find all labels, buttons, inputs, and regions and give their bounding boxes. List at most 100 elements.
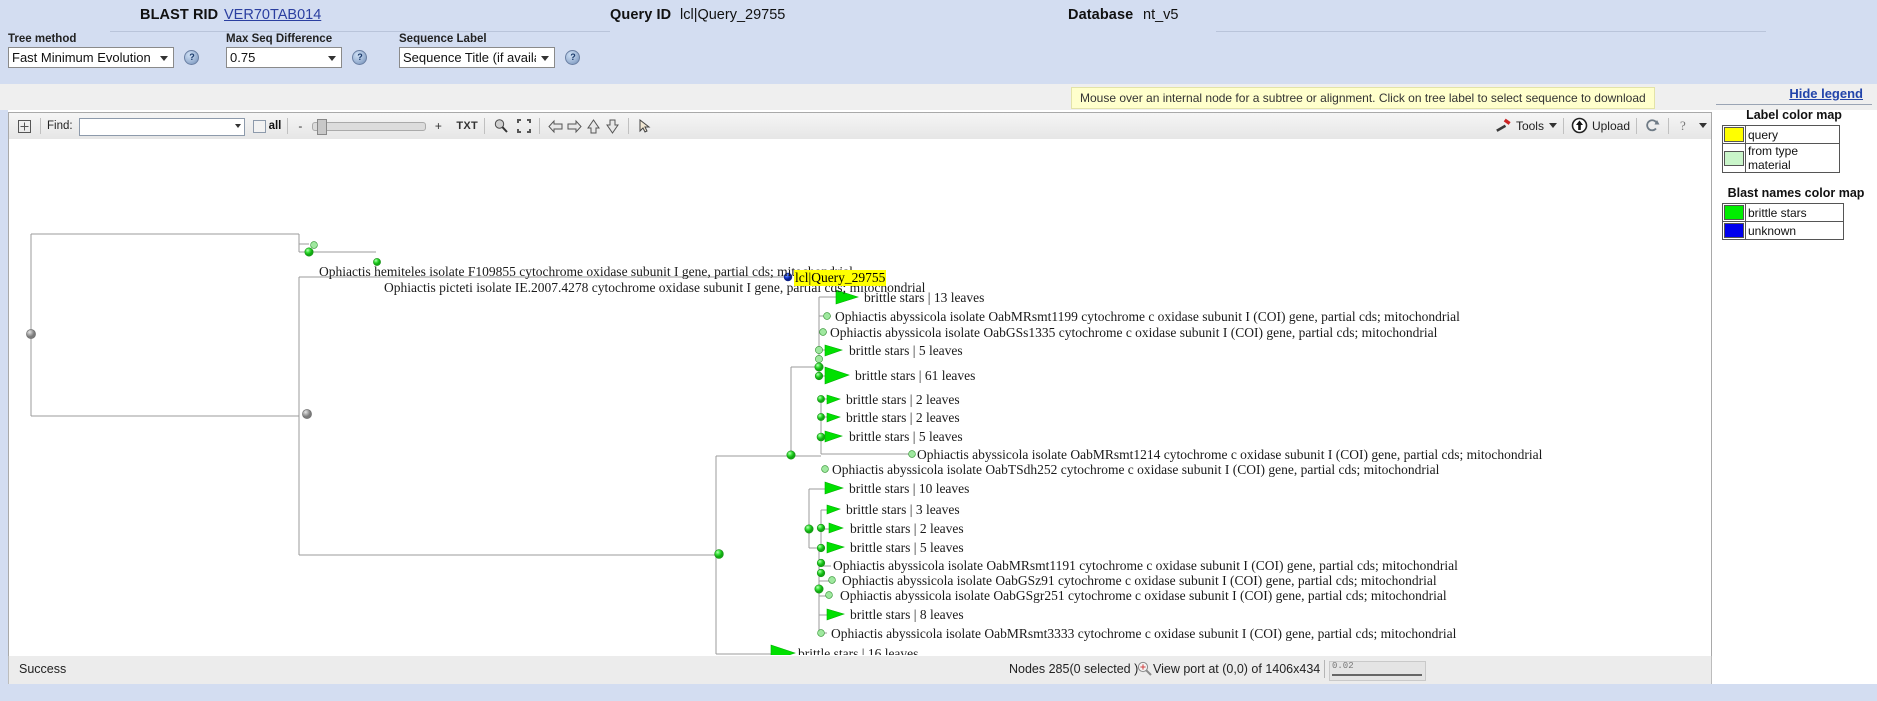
max-seq-difference-help-icon[interactable]: ? xyxy=(352,50,368,65)
sequence-label-select[interactable]: Sequence Title (if availa xyxy=(399,47,555,68)
tree-label-collapsed[interactable]: brittle stars | 2 leaves xyxy=(850,521,964,537)
tree-label-collapsed[interactable]: brittle stars | 2 leaves xyxy=(846,410,960,426)
tree-method-help-icon[interactable]: ? xyxy=(184,50,200,65)
fullscreen-icon[interactable] xyxy=(514,117,533,136)
bottom-gutter xyxy=(0,684,1877,701)
tree-scale-bar: 0.02 xyxy=(1329,661,1426,681)
status-viewport: View port at (0,0) of 1406x434 xyxy=(1153,662,1321,676)
tree-label-leaf[interactable]: Ophiactis abyssicola isolate OabGSs1335 … xyxy=(830,325,1437,341)
tree-label-leaf[interactable]: Ophiactis abyssicola isolate OabMRsmt119… xyxy=(835,309,1460,325)
status-bar: Success Nodes 285(0 selected ) View port… xyxy=(8,656,1712,685)
tree-method-select-wrap[interactable]: Fast Minimum Evolution xyxy=(8,47,174,68)
arrow-right-icon[interactable] xyxy=(565,117,584,136)
tree-label-collapsed[interactable]: brittle stars | 5 leaves xyxy=(850,540,964,556)
sequence-label-help-icon[interactable]: ? xyxy=(565,50,581,65)
toolbar-separator-2 xyxy=(287,118,289,134)
max-seq-difference-select-wrap[interactable]: 0.75 xyxy=(226,47,342,68)
legend-divider xyxy=(1716,104,1872,105)
find-all-checkbox[interactable] xyxy=(252,119,266,133)
database-label: Database xyxy=(1068,7,1134,23)
zoom-slider-handle[interactable] xyxy=(317,118,328,135)
tree-label-collapsed[interactable]: brittle stars | 13 leaves xyxy=(864,290,984,306)
tree-label-leaf[interactable]: Ophiactis abyssicola isolate OabTSdh252 … xyxy=(832,462,1439,478)
legend-swatch-cell xyxy=(1722,125,1746,144)
tree-label-collapsed[interactable]: brittle stars | 5 leaves xyxy=(849,429,963,445)
header-info-row: BLAST RID VER70TAB014 Query ID lcl|Query… xyxy=(0,0,1877,32)
label-color-map-table: query from type material xyxy=(1722,125,1840,173)
tree-label-collapsed[interactable]: brittle stars | 5 leaves xyxy=(849,343,963,359)
max-seq-difference-select[interactable]: 0.75 xyxy=(226,47,342,68)
status-separator xyxy=(1324,660,1325,678)
toolbar-separator-6 xyxy=(1562,117,1564,134)
tools-chevron-down-icon[interactable] xyxy=(1548,123,1557,128)
tree-label-leaf[interactable]: Ophiactis abyssicola isolate OabMRsmt119… xyxy=(833,558,1458,574)
header-divider-left xyxy=(110,31,610,32)
hint-message: Mouse over an internal node for a subtre… xyxy=(1071,87,1655,109)
find-input[interactable] xyxy=(78,117,245,136)
tree-label-leaf[interactable]: Ophiactis abyssicola isolate OabGSgr251 … xyxy=(840,588,1447,604)
max-seq-difference-label: Max Seq Difference xyxy=(226,33,333,45)
help-chevron-down-icon[interactable] xyxy=(1699,123,1707,128)
unknown-color-swatch xyxy=(1724,223,1744,238)
tree-canvas[interactable]: Ophiactis hemiteles isolate F109855 cyto… xyxy=(9,139,1711,655)
tree-label-collapsed[interactable]: brittle stars | 3 leaves xyxy=(846,502,960,518)
zoom-out-button[interactable]: - xyxy=(294,119,306,133)
arrow-down-icon[interactable] xyxy=(603,117,622,136)
blast-names-color-map-title: Blast names color map xyxy=(1727,186,1865,200)
svg-text:?: ? xyxy=(1680,118,1686,133)
help-icon[interactable]: ? xyxy=(1675,116,1694,135)
find-input-wrap[interactable] xyxy=(78,117,245,136)
tools-icon[interactable] xyxy=(1494,116,1513,135)
query-id-value: lcl|Query_29755 xyxy=(680,7,786,23)
tree-method-select[interactable]: Fast Minimum Evolution xyxy=(8,47,174,68)
status-node-count: Nodes 285(0 selected ) xyxy=(1009,662,1139,676)
label-color-map-title: Label color map xyxy=(1746,108,1842,122)
tree-method-control: Tree method Fast Minimum Evolution ? xyxy=(8,33,200,68)
expand-all-icon[interactable] xyxy=(15,117,34,136)
tree-label-leaf[interactable]: Ophiactis abyssicola isolate OabMRsmt121… xyxy=(917,447,1542,463)
header-divider-right xyxy=(1216,31,1766,32)
txt-mode-button[interactable]: TXT xyxy=(456,120,478,132)
sequence-label-select-wrap[interactable]: Sequence Title (if availa xyxy=(399,47,555,68)
tree-label-query[interactable]: lcl|Query_29755 xyxy=(794,270,887,286)
reload-icon[interactable] xyxy=(1643,116,1662,135)
tree-label-collapsed[interactable]: brittle stars | 16 leaves xyxy=(798,646,918,655)
tree-label-collapsed[interactable]: brittle stars | 61 leaves xyxy=(855,368,975,384)
tools-label[interactable]: Tools xyxy=(1516,119,1544,133)
arrow-up-icon[interactable] xyxy=(584,117,603,136)
type-material-color-swatch xyxy=(1724,150,1744,166)
sequence-label-label: Sequence Label xyxy=(399,33,487,45)
toolbar-right-group: Tools Upload ? xyxy=(1494,116,1707,135)
sequence-label-control: Sequence Label Sequence Title (if availa… xyxy=(399,33,581,68)
query-id-label: Query ID xyxy=(610,7,672,23)
tree-label-leaf[interactable]: Ophiactis abyssicola isolate OabGSz91 cy… xyxy=(842,573,1437,589)
legend-row: brittle stars xyxy=(1722,203,1844,222)
tree-label-collapsed[interactable]: brittle stars | 10 leaves xyxy=(849,481,969,497)
tree-method-label: Tree method xyxy=(8,33,77,45)
tree-label-collapsed[interactable]: brittle stars | 8 leaves xyxy=(850,607,964,623)
tree-panel: Find: all - + TXT Tools Upload ? Ophiact… xyxy=(8,112,1712,657)
zoom-slider[interactable] xyxy=(312,118,427,135)
find-all-label: all xyxy=(268,120,282,132)
zoom-in-button[interactable]: + xyxy=(432,119,444,133)
status-message: Success xyxy=(19,662,67,676)
magnifier-icon[interactable] xyxy=(491,117,510,136)
pointer-icon[interactable] xyxy=(635,117,654,136)
blast-rid-link[interactable]: VER70TAB014 xyxy=(224,7,321,23)
legend-swatch-cell xyxy=(1722,203,1746,222)
arrow-left-icon[interactable] xyxy=(546,117,565,136)
legend-swatch-cell xyxy=(1722,221,1746,240)
legend-swatch-cell xyxy=(1722,143,1746,173)
database-value: nt_v5 xyxy=(1143,7,1179,23)
tree-label-collapsed[interactable]: brittle stars | 2 leaves xyxy=(846,392,960,408)
status-magnifier-icon[interactable] xyxy=(1136,660,1153,683)
upload-label[interactable]: Upload xyxy=(1592,119,1630,133)
hide-legend-link[interactable]: Hide legend xyxy=(1789,86,1863,101)
upload-icon[interactable] xyxy=(1570,116,1589,135)
toolbar-separator-5 xyxy=(628,118,630,134)
toolbar-separator-7 xyxy=(1636,117,1637,134)
tree-label-leaf[interactable]: Ophiactis hemiteles isolate F109855 cyto… xyxy=(319,264,853,280)
blast-rid-label: BLAST RID xyxy=(140,7,219,23)
tree-label-leaf[interactable]: Ophiactis abyssicola isolate OabMRsmt333… xyxy=(831,626,1456,642)
blast-names-color-map-legend: Blast names color map brittle stars unkn… xyxy=(1716,186,1876,240)
